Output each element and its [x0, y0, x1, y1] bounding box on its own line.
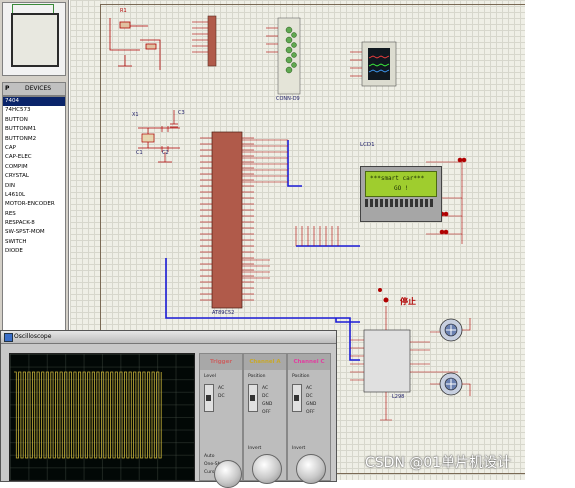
device-list-item[interactable]: SWITCH	[3, 238, 65, 247]
channel-a-waveform	[14, 371, 162, 459]
channel-a-header: Channel A	[244, 354, 286, 370]
trigger-level-slider[interactable]	[204, 384, 214, 412]
reset-circuit	[109, 18, 161, 70]
device-list-item[interactable]: RES	[3, 210, 65, 219]
mcu-part-label: AT89C52	[212, 310, 235, 316]
channel-a-ac-label[interactable]: AC	[262, 386, 268, 391]
overview-thumbnail[interactable]	[2, 2, 66, 76]
device-list-item[interactable]: SW-SPST-MOM	[3, 228, 65, 237]
lcd-display: ***smart car*** GO !	[360, 166, 442, 222]
devices-header-label: DEVICES	[25, 85, 52, 92]
trigger-knob[interactable]	[214, 460, 242, 488]
cap-c2: C2	[162, 150, 169, 156]
channel-a-dc-label[interactable]: DC	[262, 394, 269, 399]
virtual-terminal	[350, 41, 397, 87]
left-sidebar: P DEVICES 7404 74HC573 BUTTON BUTTONM1 BUTTO…	[0, 0, 69, 340]
driver-part-label: L298	[392, 394, 405, 400]
channel-a-position-label: Position	[248, 374, 266, 379]
channel-a-panel: Channel A Position AC DC GND OFF Invert	[243, 353, 287, 484]
device-list-item[interactable]: BUTTON	[3, 116, 65, 125]
pick-devices-button[interactable]: P	[5, 83, 15, 95]
signal-wires	[242, 139, 339, 279]
channel-a-gnd-label[interactable]: GND	[262, 402, 272, 407]
lcd-screen: ***smart car*** GO !	[365, 171, 437, 197]
device-list-item[interactable]: 74HC573	[3, 106, 65, 115]
lcd-line-1: ***smart car***	[370, 175, 425, 182]
oscilloscope-trace	[14, 371, 162, 459]
channel-c-gnd-label[interactable]: GND	[306, 402, 316, 407]
trigger-header: Trigger	[200, 354, 242, 370]
motor-2	[439, 372, 463, 396]
device-list-item[interactable]: CAP	[3, 144, 65, 153]
stop-label: 停止	[400, 297, 416, 306]
oscilloscope-screen	[9, 353, 195, 481]
cap-c3: C3	[178, 110, 185, 116]
trigger-panel: Trigger Level AC DC Auto One-Shot Cursor…	[199, 353, 243, 488]
device-list-item[interactable]: DIODE	[3, 247, 65, 256]
lcd-pins	[365, 199, 433, 207]
crystal-ref: X1	[132, 112, 139, 118]
trigger-dc-label: DC	[218, 394, 225, 399]
trigger-auto-label[interactable]: Auto	[204, 454, 214, 459]
oscilloscope-window: Oscilloscope Trigger Level AC DC Auto On…	[0, 330, 337, 488]
device-list-item[interactable]: CRYSTAL	[3, 172, 65, 181]
device-list-item[interactable]: RESPACK-8	[3, 219, 65, 228]
channel-c-dc-label[interactable]: DC	[306, 394, 313, 399]
channel-c-position-slider[interactable]	[292, 384, 302, 412]
device-list-item[interactable]: CAP-ELEC	[3, 153, 65, 162]
bus-wires	[165, 140, 360, 361]
motor-driver-chip	[350, 288, 458, 421]
db9-connector	[266, 17, 301, 95]
channel-c-panel: Channel C Position AC DC GND OFF Invert	[287, 353, 331, 484]
trigger-level-thumb[interactable]	[206, 395, 211, 401]
channel-c-position-thumb[interactable]	[294, 395, 299, 401]
crystal-and-capacitors	[138, 110, 180, 163]
overview-sheet-preview	[11, 13, 59, 67]
reset-label: R1	[120, 8, 127, 14]
connector-part-label: CONN-D9	[276, 96, 300, 102]
proteus-window: P DEVICES 7404 74HC573 BUTTON BUTTONM1 BUTTO…	[0, 0, 575, 488]
channel-c-header: Channel C	[288, 354, 330, 370]
device-list-item[interactable]: 7404	[3, 97, 65, 107]
header-connector	[192, 15, 217, 67]
channel-c-off-label[interactable]: OFF	[306, 410, 315, 415]
channel-c-position-label: Position	[292, 374, 310, 379]
device-list-item[interactable]: COMPIM	[3, 163, 65, 172]
device-list-item[interactable]: BUTTONM1	[3, 125, 65, 134]
channel-c-invert-label[interactable]: Invert	[292, 446, 305, 451]
motor-1	[439, 318, 463, 342]
device-list[interactable]: 7404 74HC573 BUTTON BUTTONM1 BUTTONM2 CAP CAP-…	[2, 96, 66, 334]
trigger-ac-label: AC	[218, 386, 225, 391]
device-list-item[interactable]: MOTOR-ENCODER	[3, 200, 65, 209]
oscilloscope-titlebar[interactable]: Oscilloscope	[1, 331, 336, 344]
device-list-item[interactable]: DIN	[3, 182, 65, 191]
mcu-chip	[200, 131, 254, 309]
device-list-item[interactable]: BUTTONM2	[3, 135, 65, 144]
channel-a-position-thumb[interactable]	[250, 395, 255, 401]
channel-a-off-label[interactable]: OFF	[262, 410, 271, 415]
csdn-watermark: CSDN @01单片机设计	[365, 455, 512, 471]
oscilloscope-title: Oscilloscope	[14, 333, 52, 340]
channel-a-invert-label[interactable]: Invert	[248, 446, 261, 451]
cap-c1: C1	[136, 150, 143, 156]
channel-a-position-slider[interactable]	[248, 384, 258, 412]
lcd-ref-label: LCD1	[360, 142, 375, 148]
channel-c-ac-label[interactable]: AC	[306, 386, 312, 391]
trigger-level-label: Level	[204, 374, 216, 379]
devices-header: P DEVICES	[2, 82, 66, 96]
right-margin	[525, 0, 575, 480]
oscilloscope-icon	[4, 333, 13, 342]
device-list-item[interactable]: L4610L	[3, 191, 65, 200]
lcd-line-2: GO !	[394, 185, 409, 192]
